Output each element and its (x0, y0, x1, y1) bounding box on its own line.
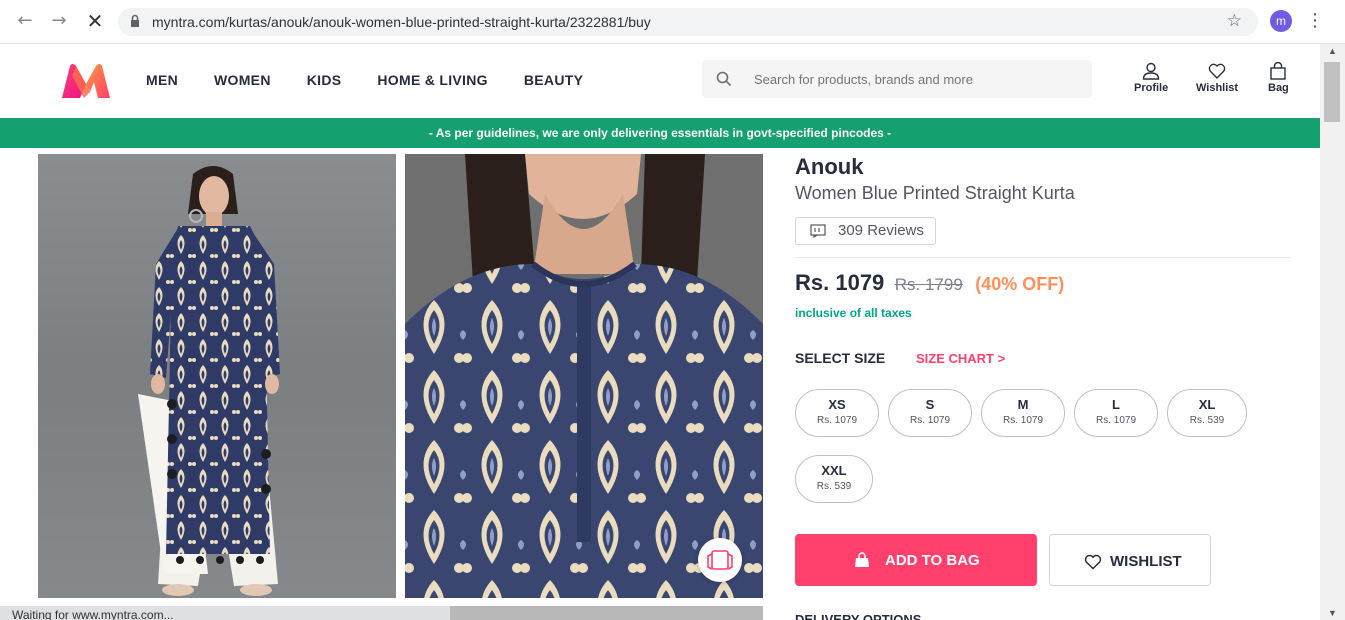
wishlist-button[interactable]: WISHLIST (1049, 534, 1211, 586)
tax-note: inclusive of all taxes (795, 306, 912, 320)
bag-icon (855, 552, 869, 567)
search-bar (702, 60, 1092, 98)
size-price: Rs. 1079 (909, 415, 951, 426)
menu-women[interactable]: WOMEN (214, 72, 271, 88)
select-size-heading: SELECT SIZE (795, 350, 886, 366)
browser-status-bar: Waiting for www.myntra.com... (0, 606, 450, 620)
size-button-m[interactable]: M Rs. 1079 (981, 389, 1065, 437)
size-label: L (1112, 397, 1120, 412)
scroll-down-arrow-icon[interactable]: ▼ (1328, 608, 1337, 618)
model-full-illustration (138, 166, 280, 596)
size-label: XXL (821, 463, 847, 478)
stop-loading-icon[interactable]: ✕ (84, 10, 106, 32)
browser-toolbar: ← → ✕ myntra.com/kurtas/anouk/anouk-wome… (0, 0, 1345, 44)
forward-arrow-icon[interactable]: → (48, 10, 70, 32)
profile-avatar[interactable]: m (1270, 10, 1292, 32)
size-button-xs[interactable]: XS Rs. 1079 (795, 389, 879, 437)
view-similar-button[interactable] (698, 538, 742, 582)
reviews-button[interactable]: 309 Reviews (795, 217, 936, 245)
similar-products-icon (707, 550, 733, 570)
details-divider (795, 257, 1291, 258)
browser-menu-icon[interactable]: ⋮ (1306, 10, 1324, 31)
profile-label: Profile (1134, 82, 1169, 94)
menu-home-living[interactable]: HOME & LIVING (377, 72, 487, 88)
address-bar[interactable]: myntra.com/kurtas/anouk/anouk-women-blue… (118, 8, 1258, 36)
size-price: Rs. 1079 (1095, 415, 1137, 426)
size-button-xl[interactable]: XL Rs. 539 (1167, 389, 1247, 437)
menu-men[interactable]: MEN (146, 72, 178, 88)
user-icon (1142, 62, 1160, 80)
size-label: M (1017, 397, 1029, 412)
add-to-bag-button[interactable]: ADD TO BAG (795, 534, 1037, 586)
product-image-next[interactable] (405, 606, 763, 620)
discount-percentage: (40% OFF) (975, 274, 1065, 294)
size-label: XL (1198, 397, 1216, 412)
myntra-logo[interactable] (60, 62, 112, 100)
wishlist-button-label: WISHLIST (1110, 553, 1182, 570)
heart-icon (1208, 63, 1226, 79)
scrollbar-thumb[interactable] (1324, 62, 1340, 122)
wishlist-header-button[interactable]: Wishlist (1196, 62, 1238, 94)
size-price: Rs. 1079 (1002, 415, 1044, 426)
wishlist-label: Wishlist (1196, 82, 1239, 94)
review-icon (810, 224, 826, 238)
mrp-price: Rs. 1799 (894, 275, 963, 294)
add-to-bag-label: ADD TO BAG (885, 552, 980, 569)
profile-button[interactable]: Profile (1134, 62, 1168, 94)
bookmark-star-icon[interactable]: ☆ (1227, 11, 1242, 31)
search-icon[interactable] (716, 71, 732, 87)
selling-price: Rs. 1079 (795, 270, 885, 295)
menu-kids[interactable]: KIDS (307, 72, 342, 88)
size-button-s[interactable]: S Rs. 1079 (888, 389, 972, 437)
product-name: Women Blue Printed Straight Kurta (795, 183, 1075, 203)
size-price: Rs. 539 (1189, 415, 1225, 426)
bag-label: Bag (1268, 82, 1289, 94)
scroll-up-arrow-icon[interactable]: ▲ (1328, 46, 1337, 56)
kurta-closeup-illustration (405, 154, 763, 598)
price-row: Rs. 1079 Rs. 1799 (40% OFF) (795, 270, 1064, 296)
reviews-count: 309 Reviews (838, 222, 924, 239)
bag-icon (1270, 62, 1287, 80)
essentials-banner: - As per guidelines, we are only deliver… (0, 118, 1320, 148)
delivery-options-heading: DELIVERY OPTIONS (795, 612, 922, 620)
product-image-full-view[interactable] (38, 154, 396, 598)
size-label: XS (828, 397, 846, 412)
main-menu: MEN WOMEN KIDS HOME & LIVING BEAUTY (146, 72, 619, 88)
site-header: MEN WOMEN KIDS HOME & LIVING BEAUTY Prof… (0, 44, 1320, 118)
size-price: Rs. 1079 (816, 415, 858, 426)
size-label: S (925, 397, 935, 412)
page-scrollbar[interactable]: ▲ ▼ (1320, 44, 1345, 620)
heart-icon (1084, 554, 1102, 570)
menu-beauty[interactable]: BEAUTY (524, 72, 583, 88)
search-input[interactable] (754, 60, 1074, 98)
lock-icon (131, 14, 139, 27)
url-text: myntra.com/kurtas/anouk/anouk-women-blue… (152, 14, 651, 30)
size-chart-link[interactable]: SIZE CHART > (916, 351, 1005, 366)
product-image-closeup[interactable] (405, 154, 763, 598)
size-button-xxl[interactable]: XXL Rs. 539 (795, 455, 873, 503)
bag-button[interactable]: Bag (1268, 62, 1289, 94)
product-brand: Anouk (795, 154, 864, 179)
back-arrow-icon[interactable]: ← (14, 10, 36, 32)
size-price: Rs. 539 (816, 481, 852, 492)
size-button-l[interactable]: L Rs. 1079 (1074, 389, 1158, 437)
